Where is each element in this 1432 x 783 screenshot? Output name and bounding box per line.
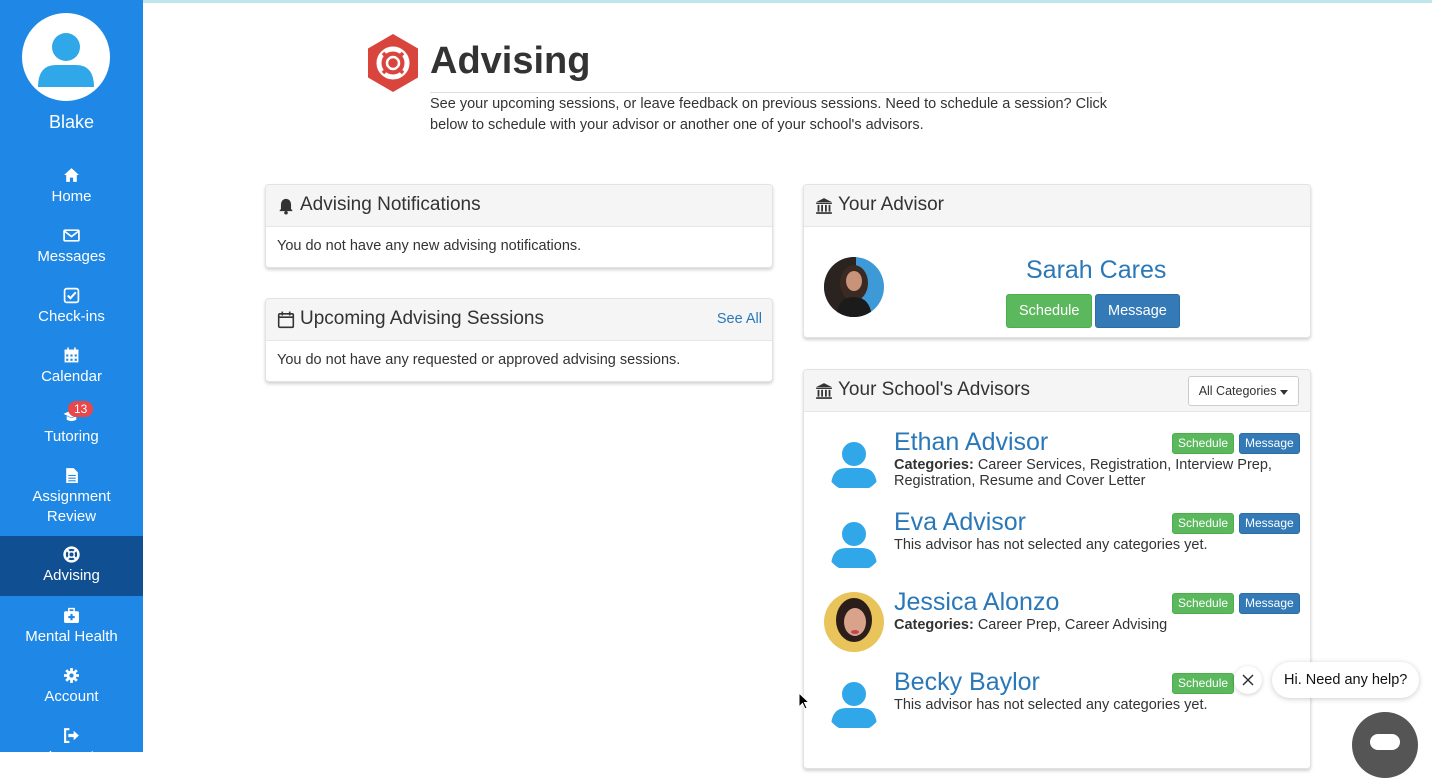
sidebar-item-label: Home: [51, 188, 92, 205]
sidebar-item-assignment-review[interactable]: Assignment Review: [0, 457, 143, 535]
chat-greeting[interactable]: Hi. Need any help?: [1272, 662, 1420, 698]
institution-icon: [816, 383, 832, 399]
top-border: [0, 0, 1432, 3]
bell-icon: [279, 198, 293, 215]
schedule-button[interactable]: Schedule: [1172, 673, 1235, 694]
schedule-button[interactable]: Schedule: [1006, 294, 1093, 328]
advisor-photo: [824, 592, 884, 652]
message-button[interactable]: Message: [1239, 513, 1300, 534]
user-avatar-icon: [38, 33, 94, 87]
panel-title: Upcoming Advising Sessions: [300, 308, 544, 329]
default-avatar-icon: [831, 442, 877, 488]
calendar-outline-icon: [277, 311, 295, 329]
see-all-link[interactable]: See All: [717, 311, 762, 327]
gear-icon: [64, 668, 79, 683]
advisor-categories: Categories: Career Services, Registratio…: [894, 457, 1294, 489]
page-description: See your upcoming sessions, or leave fee…: [430, 96, 1108, 133]
file-icon: [66, 468, 78, 483]
upcoming-sessions-panel: Upcoming Advising Sessions See All You d…: [265, 298, 773, 382]
chat-launcher-button[interactable]: [1352, 712, 1418, 778]
panel-header: Your School's Advisors All Categories: [804, 370, 1310, 412]
panel-title: Your Advisor: [838, 194, 944, 215]
panel-header: Upcoming Advising Sessions See All: [266, 299, 772, 341]
advisor-name[interactable]: Jessica Alonzo: [894, 588, 1059, 617]
upcoming-empty-text: You do not have any requested or approve…: [277, 352, 681, 368]
schedule-button[interactable]: Schedule: [1172, 593, 1235, 614]
check-square-icon: [63, 287, 80, 304]
advisor-no-categories: This advisor has not selected any catego…: [894, 537, 1208, 553]
panel-title: Advising Notifications: [300, 194, 481, 215]
life-ring-icon: [63, 546, 80, 563]
sidebar-item-advising[interactable]: Advising: [0, 536, 143, 596]
caret-down-icon: [1280, 390, 1288, 395]
sidebar-item-label-line1: Assignment: [32, 488, 111, 505]
sidebar-item-account[interactable]: Account: [0, 657, 143, 717]
your-advisor-panel: Your Advisor Sarah Cares Schedule Messag…: [803, 184, 1311, 338]
sidebar-item-mental-health[interactable]: Mental Health: [0, 597, 143, 657]
advisor-photo: [824, 257, 884, 317]
schedule-button[interactable]: Schedule: [1172, 433, 1235, 454]
sign-out-icon: [64, 728, 79, 743]
school-advisors-panel: Your School's Advisors All Categories Et…: [803, 369, 1311, 769]
panel-header: Advising Notifications: [266, 185, 772, 227]
message-button[interactable]: Message: [1239, 593, 1300, 614]
categories-value: Career Prep, Career Advising: [977, 617, 1168, 633]
user-avatar[interactable]: [22, 13, 110, 101]
sidebar-item-logout[interactable]: Logout: [0, 717, 143, 777]
advising-hexagon-icon: [365, 32, 421, 94]
default-avatar-icon: [831, 682, 877, 728]
panel-header: Your Advisor: [804, 185, 1310, 227]
notifications-panel: Advising Notifications You do not have a…: [265, 184, 773, 268]
institution-icon: [816, 198, 832, 214]
medkit-icon: [64, 607, 79, 623]
sidebar-item-label: Calendar: [41, 368, 102, 385]
advisor-no-categories: This advisor has not selected any catego…: [894, 697, 1208, 713]
mouse-cursor-icon: [798, 692, 810, 710]
sidebar-item-label: Advising: [43, 567, 100, 584]
chat-close-button[interactable]: [1234, 666, 1262, 694]
categories-label: Categories:: [894, 457, 974, 473]
sidebar-item-label: Check-ins: [38, 308, 105, 325]
category-filter-value: All Categories: [1198, 384, 1277, 398]
category-filter-dropdown[interactable]: All Categories: [1187, 376, 1299, 406]
sidebar-item-label: Messages: [37, 248, 106, 265]
advisor-name[interactable]: Becky Baylor: [894, 668, 1040, 697]
default-avatar-icon: [831, 522, 877, 568]
envelope-icon: [63, 229, 80, 242]
page-title: Advising: [430, 40, 591, 82]
sidebar-item-label: Tutoring: [44, 428, 99, 445]
sidebar-item-label: Mental Health: [25, 628, 118, 645]
sidebar-item-check-ins[interactable]: Check-ins: [0, 277, 143, 337]
close-icon: [1242, 674, 1254, 686]
home-icon: [64, 168, 79, 182]
advisor-name[interactable]: Eva Advisor: [894, 508, 1026, 537]
sidebar: Blake Home Messages Check-ins Calendar 1…: [0, 0, 143, 765]
panel-title: Your School's Advisors: [838, 379, 1030, 400]
sidebar-item-messages[interactable]: Messages: [0, 217, 143, 277]
title-divider: [430, 92, 1102, 93]
calendar-icon: [64, 347, 79, 363]
categories-label: Categories:: [894, 617, 974, 633]
sidebar-item-label: Account: [44, 688, 99, 705]
message-button[interactable]: Message: [1239, 433, 1300, 454]
sidebar-item-home[interactable]: Home: [0, 157, 143, 217]
sidebar-item-label: Logout: [48, 748, 95, 765]
chat-icon: [1370, 734, 1400, 750]
sidebar-item-label-line2: Review: [46, 508, 97, 525]
sidebar-item-tutoring[interactable]: 13 Tutoring: [0, 397, 143, 457]
tutoring-count-badge: 13: [68, 401, 94, 417]
message-button[interactable]: Message: [1095, 294, 1180, 328]
my-advisor-name[interactable]: Sarah Cares: [1026, 256, 1166, 285]
schedule-button[interactable]: Schedule: [1172, 513, 1235, 534]
advisor-categories: Categories: Career Prep, Career Advising: [894, 617, 1294, 633]
advisor-name[interactable]: Ethan Advisor: [894, 428, 1048, 457]
notifications-empty-text: You do not have any new advising notific…: [277, 238, 582, 254]
user-name: Blake: [48, 112, 95, 132]
sidebar-item-calendar[interactable]: Calendar: [0, 337, 143, 397]
